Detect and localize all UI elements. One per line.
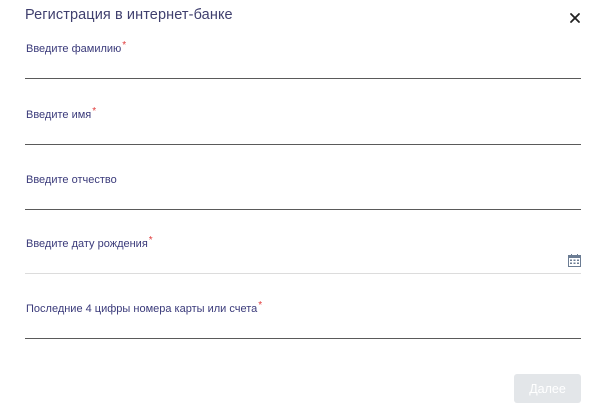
- dialog-title: Регистрация в интернет-банке: [25, 7, 233, 23]
- card-digits-underline: [25, 338, 581, 339]
- birth-date-input[interactable]: [25, 252, 581, 272]
- next-button[interactable]: Далее: [514, 374, 581, 403]
- patronymic-input[interactable]: [25, 188, 581, 208]
- required-mark: *: [122, 40, 127, 51]
- patronymic-label: Введите отчество: [26, 174, 117, 186]
- required-mark: *: [258, 300, 263, 311]
- surname-underline: [25, 78, 581, 79]
- calendar-button[interactable]: [568, 254, 581, 267]
- required-mark: *: [148, 235, 153, 246]
- card-digits-input[interactable]: [25, 317, 581, 337]
- patronymic-underline: [25, 209, 581, 210]
- first-name-input[interactable]: [25, 123, 581, 143]
- registration-dialog: Регистрация в интернет-банке Введите фам…: [0, 0, 600, 415]
- birth-date-label: Введите дату рождения*: [26, 235, 153, 250]
- surname-input[interactable]: [25, 57, 581, 77]
- card-digits-label: Последние 4 цифры номера карты или счета…: [26, 300, 263, 315]
- birth-date-underline: [25, 273, 581, 274]
- close-icon: [570, 13, 580, 23]
- calendar-icon: [568, 254, 581, 267]
- first-name-underline: [25, 144, 581, 145]
- first-name-label: Введите имя*: [26, 106, 97, 121]
- surname-label: Введите фамилию*: [26, 40, 127, 55]
- required-mark: *: [92, 106, 97, 117]
- close-button[interactable]: [566, 9, 584, 27]
